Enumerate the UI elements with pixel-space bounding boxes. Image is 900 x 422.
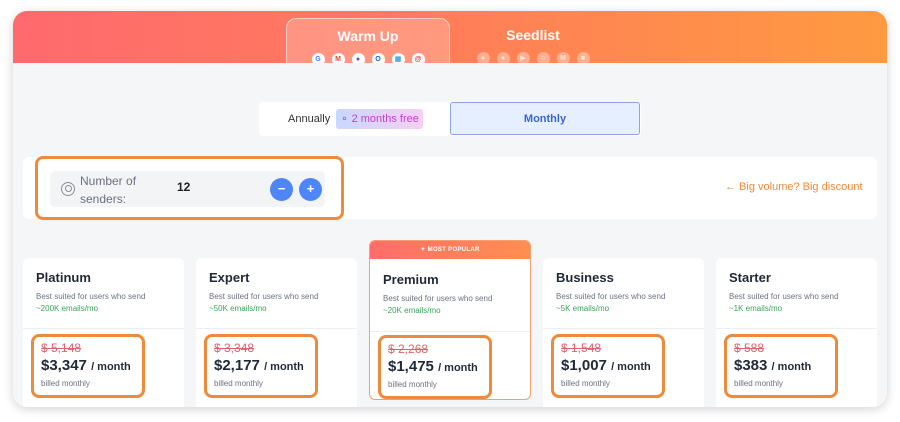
price-highlight: $ 588 $383 / month billed monthly — [724, 334, 838, 398]
plan-name: Premium — [383, 272, 439, 287]
plan-emails: ~50K emails/mo — [209, 304, 267, 313]
price-period: / month — [264, 361, 304, 373]
increase-senders-button[interactable]: + — [299, 178, 322, 201]
pricing-body: Annually ⚬ 2 months free Monthly Number … — [13, 63, 887, 407]
plan-emails: ~200K emails/mo — [36, 304, 99, 313]
plan-desc-text: Best suited for users who send — [729, 292, 839, 301]
billing-note: billed monthly — [214, 379, 263, 388]
plan-description: Best suited for users who send ~1K email… — [729, 291, 879, 315]
plan-name: Business — [556, 270, 614, 285]
tab-seedlist-label: Seedlist — [506, 27, 560, 43]
plan-desc-text: Best suited for users who send — [36, 292, 146, 301]
plan-emails: ~5K emails/mo — [556, 304, 610, 313]
old-price: $ 588 — [734, 341, 765, 355]
plan-divider — [196, 328, 357, 329]
price-period: / month — [91, 361, 131, 373]
plan-description: Best suited for users who send ~20K emai… — [383, 293, 530, 317]
current-price: $1,475 / month — [388, 358, 478, 375]
plan-emails: ~20K emails/mo — [383, 306, 441, 315]
plan-description: Best suited for users who send ~200K ema… — [36, 291, 186, 315]
price-value: $1,475 — [388, 358, 434, 375]
plan-card-platinum: Platinum Best suited for users who send … — [23, 258, 184, 407]
price-period: / month — [438, 362, 478, 374]
plan-divider — [23, 328, 184, 329]
plan-divider — [543, 328, 704, 329]
plan-name: Platinum — [36, 270, 91, 285]
price-value: $1,007 — [561, 357, 607, 374]
price-highlight: $ 3,348 $2,177 / month billed monthly — [204, 334, 318, 398]
senders-value[interactable]: 12 — [177, 180, 190, 194]
plan-emails: ~1K emails/mo — [729, 304, 783, 313]
plan-card-business: Business Best suited for users who send … — [543, 258, 704, 407]
current-price: $2,177 / month — [214, 357, 304, 374]
tab-warm-up-label: Warm Up — [337, 28, 399, 44]
billing-note: billed monthly — [561, 379, 610, 388]
old-price: $ 2,268 — [388, 342, 429, 356]
billing-monthly-label: Monthly — [523, 112, 567, 125]
price-highlight: $ 5,148 $3,347 / month billed monthly — [31, 334, 145, 398]
billing-monthly-option[interactable]: Monthly — [450, 102, 640, 135]
price-value: $383 — [734, 357, 768, 374]
tag-icon: ⚬ — [340, 113, 349, 125]
current-price: $1,007 / month — [561, 357, 651, 374]
plan-desc-text: Best suited for users who send — [209, 292, 319, 301]
pricing-panel: Warm Up G M ● O ▦ @ Seedlist ● ● ▶ ○ M ■… — [13, 11, 887, 407]
current-price: $383 / month — [734, 357, 811, 374]
free-months-badge: ⚬ 2 months free — [336, 109, 423, 129]
decrease-senders-button[interactable]: − — [270, 178, 293, 201]
plan-divider — [716, 328, 877, 329]
plan-name: Starter — [729, 270, 771, 285]
billing-note: billed monthly — [734, 379, 783, 388]
plan-card-expert: Expert Best suited for users who send ~5… — [196, 258, 357, 407]
user-icon — [61, 182, 75, 196]
billing-note: billed monthly — [388, 380, 437, 389]
old-price: $ 5,148 — [41, 341, 82, 355]
current-price: $3,347 / month — [41, 357, 131, 374]
price-period: / month — [771, 361, 812, 373]
plan-desc-text: Best suited for users who send — [383, 294, 493, 303]
price-period: / month — [611, 361, 651, 373]
price-value: $3,347 — [41, 357, 87, 374]
billing-annually-option[interactable]: Annually ⚬ 2 months free — [259, 102, 423, 136]
billing-annually-label: Annually — [288, 113, 331, 125]
plan-description: Best suited for users who send ~50K emai… — [209, 291, 359, 315]
plan-desc-text: Best suited for users who send — [556, 292, 666, 301]
header-band — [13, 11, 887, 63]
old-price: $ 3,348 — [214, 341, 255, 355]
plan-card-premium: ✦ MOST POPULAR Premium Best suited for u… — [369, 240, 531, 400]
billing-toggle: Annually ⚬ 2 months free Monthly — [259, 102, 641, 136]
sparkle-icon: ✦ — [420, 247, 426, 253]
free-months-label: 2 months free — [351, 113, 419, 125]
senders-label: Number of senders: — [80, 174, 137, 206]
price-value: $2,177 — [214, 357, 260, 374]
plan-description: Best suited for users who send ~5K email… — [556, 291, 706, 315]
price-highlight: $ 1,548 $1,007 / month billed monthly — [551, 334, 665, 398]
most-popular-ribbon: ✦ MOST POPULAR — [370, 241, 530, 259]
most-popular-label: MOST POPULAR — [427, 247, 480, 253]
big-discount-link[interactable]: ← Big volume? Big discount — [725, 181, 863, 193]
plan-card-starter: Starter Best suited for users who send ~… — [716, 258, 877, 407]
plan-divider — [370, 331, 530, 332]
billing-note: billed monthly — [41, 379, 90, 388]
plan-name: Expert — [209, 270, 250, 285]
old-price: $ 1,548 — [561, 341, 602, 355]
price-highlight: $ 2,268 $1,475 / month billed monthly — [378, 335, 492, 399]
